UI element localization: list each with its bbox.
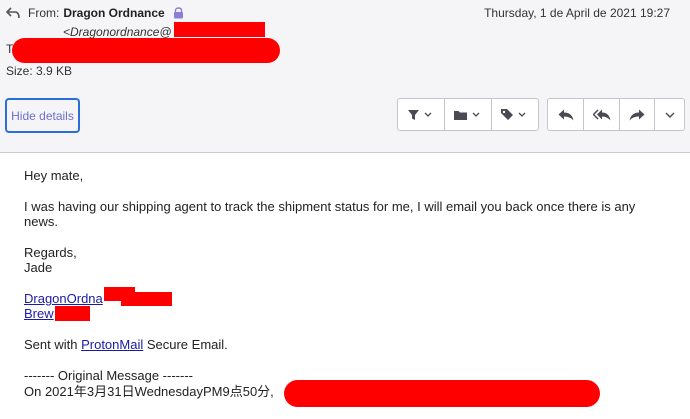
signer-name: Jade (24, 260, 53, 275)
message-date: Thursday, 1 de April de 2021 19:27 (484, 6, 670, 20)
tag-icon (501, 109, 526, 120)
reply-all-button[interactable] (584, 99, 620, 130)
filter-icon (408, 109, 432, 120)
chevron-down-icon (665, 112, 674, 118)
forward-button[interactable] (620, 99, 655, 130)
sent-with-suffix: Secure Email. (143, 337, 228, 352)
redaction-sender-domain (174, 22, 265, 37)
regards: Regards, (24, 245, 77, 260)
redaction-link-1b (121, 292, 172, 306)
from-label: From: (28, 6, 60, 20)
hide-details-button[interactable]: Hide details (5, 98, 80, 133)
redaction-link-2 (55, 306, 90, 321)
sent-with-prefix: Sent with (24, 337, 82, 352)
signature-link-1[interactable]: DragonOrdna (24, 291, 103, 307)
original-message-date: On 2021年3月31日WednesdayPM9点50分, (24, 384, 274, 399)
move-folder-dropdown-button[interactable] (445, 99, 492, 130)
original-message-header: ------- Original Message ------- (24, 368, 193, 383)
sender-name[interactable]: Dragon Ordnance (63, 6, 164, 20)
forward-icon (629, 109, 645, 120)
organize-button-group (397, 98, 539, 131)
message-header: From: Dragon Ordnance Thursday, 1 de Apr… (0, 0, 690, 153)
reply-arrow-icon[interactable] (6, 7, 20, 19)
protonmail-link[interactable]: ProtonMail (81, 337, 143, 352)
reply-icon (558, 109, 573, 120)
more-actions-button[interactable] (655, 99, 684, 130)
signature-link-2[interactable]: Brew (24, 306, 54, 322)
message-paragraph-line-1: I was having our shipping agent to track… (24, 199, 636, 214)
message-size: Size: 3.9 KB (6, 64, 73, 78)
sent-with-line: Sent with ProtonMail Secure Email. (24, 337, 228, 353)
sender-email: <Dragonordnance@ (63, 25, 172, 39)
reply-button[interactable] (548, 99, 584, 130)
label-dropdown-button[interactable] (492, 99, 538, 130)
filter-dropdown-button[interactable] (398, 99, 445, 130)
reply-all-icon (592, 108, 610, 120)
greeting: Hey mate, (24, 168, 84, 183)
lock-icon (173, 7, 183, 19)
redaction-original-sender (284, 380, 600, 407)
from-row: From: Dragon Ordnance (6, 5, 184, 21)
redaction-recipient (12, 38, 280, 63)
message-paragraph-line-2: news. (24, 214, 58, 229)
folder-icon (454, 110, 480, 120)
reply-button-group (547, 98, 685, 131)
